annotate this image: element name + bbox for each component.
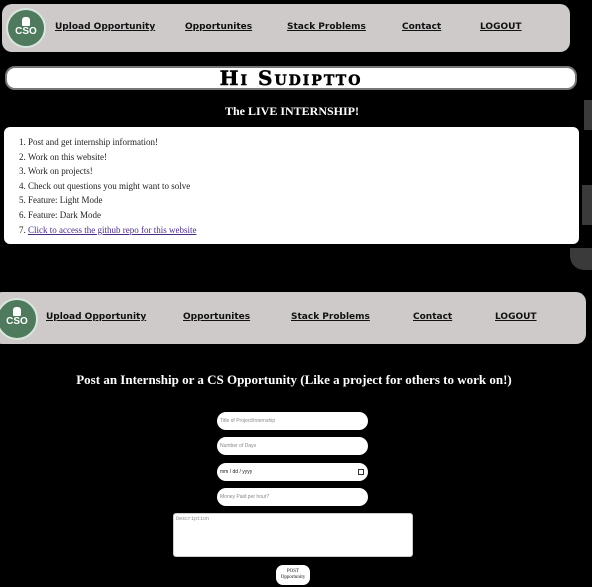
nav-stack-problems[interactable]: Stack Problems xyxy=(287,22,366,32)
background-shape xyxy=(570,248,592,270)
github-repo-link[interactable]: Click to access the github repo for this… xyxy=(28,225,196,235)
nav-opportunities[interactable]: Opportunites xyxy=(183,312,250,322)
features-list: Post and get internship information! Wor… xyxy=(4,127,579,244)
nav-stack-problems[interactable]: Stack Problems xyxy=(291,312,370,322)
nav-opportunities[interactable]: Opportunites xyxy=(185,22,252,32)
date-value: mm / dd / yyyy xyxy=(220,469,253,475)
list-item: Work on projects! xyxy=(28,164,579,179)
nav-upload-opportunity[interactable]: Upload Opportunity xyxy=(46,312,146,322)
background-shape xyxy=(582,185,592,225)
nav-contact[interactable]: Contact xyxy=(402,22,441,32)
lock-icon xyxy=(22,17,30,26)
nav-contact[interactable]: Contact xyxy=(413,312,452,322)
date-input[interactable]: mm / dd / yyyy xyxy=(217,463,368,481)
form-heading: Post an Internship or a CS Opportunity (… xyxy=(76,372,512,387)
background-shape xyxy=(584,100,592,130)
lock-icon xyxy=(13,307,21,316)
cso-logo[interactable]: CSO xyxy=(6,8,46,48)
days-input[interactable]: Number of Days xyxy=(217,437,368,455)
list-item: Post and get internship information! xyxy=(28,135,579,150)
list-item: Work on this website! xyxy=(28,150,579,165)
nav-upload-opportunity[interactable]: Upload Opportunity xyxy=(55,22,155,32)
description-textarea[interactable]: Description xyxy=(173,513,413,557)
calendar-icon[interactable] xyxy=(358,469,364,475)
greeting-text: Hi Sudiptto xyxy=(219,66,363,90)
money-input[interactable]: Money Paid per hour? xyxy=(217,488,368,506)
nav-logout[interactable]: LOGOUT xyxy=(480,22,522,32)
nav-logout[interactable]: LOGOUT xyxy=(495,312,537,322)
list-item: Check out questions you might want to so… xyxy=(28,179,579,194)
list-item: Click to access the github repo for this… xyxy=(28,223,579,238)
cso-logo[interactable]: CSO xyxy=(0,298,38,340)
list-item: Feature: Light Mode xyxy=(28,193,579,208)
page-subtitle: The LIVE INTERNSHIP! xyxy=(224,104,360,118)
greeting-banner: Hi Sudiptto xyxy=(5,66,577,90)
post-opportunity-button[interactable]: POST Opportunity xyxy=(276,565,310,585)
second-navbar: CSO Upload Opportunity Opportunites Stac… xyxy=(0,292,586,344)
title-input[interactable]: Title of Project/Internship xyxy=(217,412,368,430)
top-navbar: CSO Upload Opportunity Opportunites Stac… xyxy=(2,4,570,52)
list-item: Feature: Dark Mode xyxy=(28,208,579,223)
